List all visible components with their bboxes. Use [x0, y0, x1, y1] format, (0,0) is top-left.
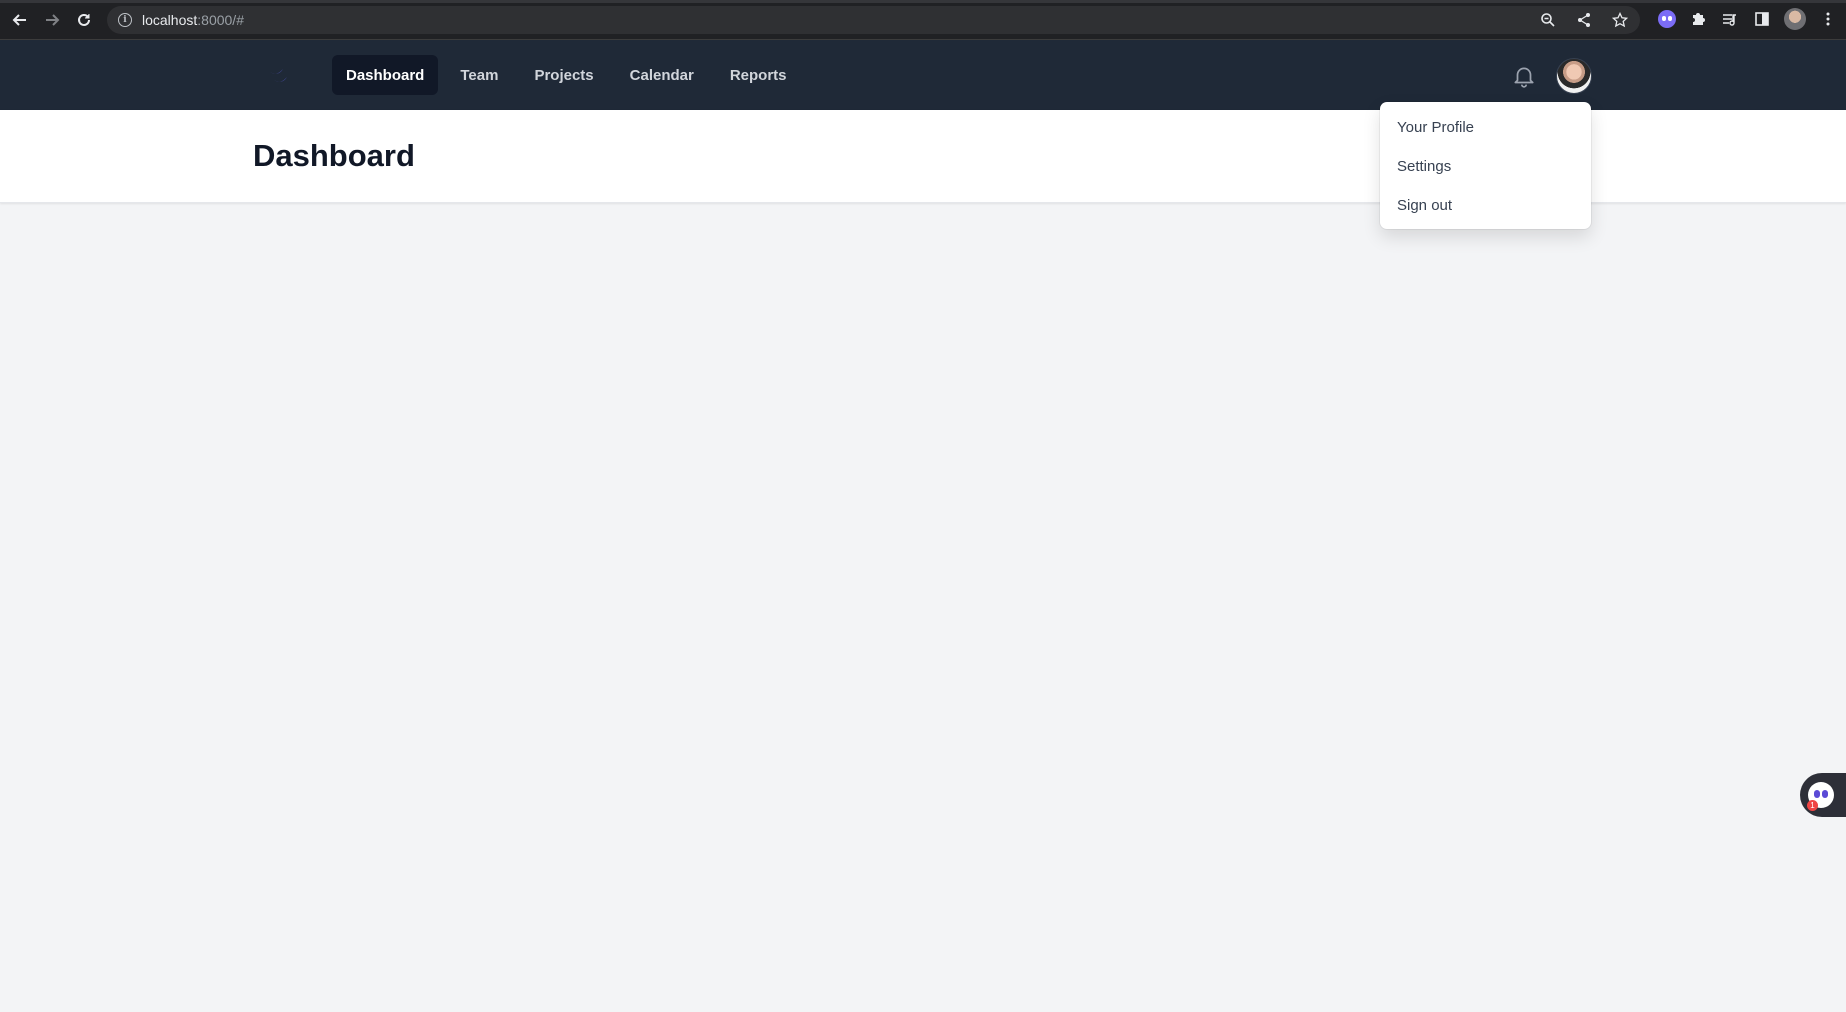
- reload-icon[interactable]: [70, 6, 98, 34]
- tab-strip: [0, 0, 1846, 3]
- browser-toolbar: i localhost:8000/#: [0, 0, 1846, 40]
- page-title: Dashboard: [253, 138, 415, 173]
- url-text[interactable]: localhost:8000/#: [142, 12, 244, 28]
- nav-links: Dashboard Team Projects Calendar Reports: [332, 55, 801, 95]
- nav-reports[interactable]: Reports: [716, 55, 801, 95]
- menu-item-sign-out[interactable]: Sign out: [1380, 186, 1591, 225]
- back-arrow-icon[interactable]: [6, 6, 34, 34]
- extensions-area: [1658, 8, 1838, 30]
- menu-item-settings[interactable]: Settings: [1380, 147, 1591, 186]
- url-host: localhost: [142, 12, 198, 28]
- nav-dashboard[interactable]: Dashboard: [332, 55, 439, 95]
- star-icon[interactable]: [1610, 10, 1630, 30]
- nav-team[interactable]: Team: [446, 55, 512, 95]
- menu-item-your-profile[interactable]: Your Profile: [1380, 108, 1591, 147]
- forward-arrow-icon[interactable]: [38, 6, 66, 34]
- sidepanel-icon[interactable]: [1752, 9, 1772, 29]
- address-bar[interactable]: i localhost:8000/#: [107, 6, 1640, 34]
- app-navbar: Dashboard Team Projects Calendar Reports: [0, 40, 1846, 110]
- omnibox-actions: [1538, 10, 1630, 30]
- bell-icon[interactable]: [1511, 63, 1537, 89]
- extension-ghost-icon[interactable]: [1658, 10, 1676, 28]
- notification-badge: 1: [1807, 800, 1818, 811]
- user-avatar[interactable]: [1556, 58, 1592, 94]
- share-icon[interactable]: [1574, 10, 1594, 30]
- zoom-icon[interactable]: [1538, 10, 1558, 30]
- profile-dropdown: Your Profile Settings Sign out: [1380, 102, 1591, 229]
- puzzle-icon[interactable]: [1688, 9, 1708, 29]
- profile-avatar[interactable]: [1784, 8, 1806, 30]
- kebab-menu-icon[interactable]: [1818, 9, 1838, 29]
- url-path: :8000/#: [197, 12, 244, 28]
- info-icon[interactable]: i: [118, 13, 132, 27]
- nav-calendar[interactable]: Calendar: [616, 55, 708, 95]
- floating-extension-widget[interactable]: 1: [1800, 773, 1846, 817]
- nav-projects[interactable]: Projects: [520, 55, 607, 95]
- tailwind-logo-icon[interactable]: [253, 64, 289, 86]
- media-icon[interactable]: [1720, 9, 1740, 29]
